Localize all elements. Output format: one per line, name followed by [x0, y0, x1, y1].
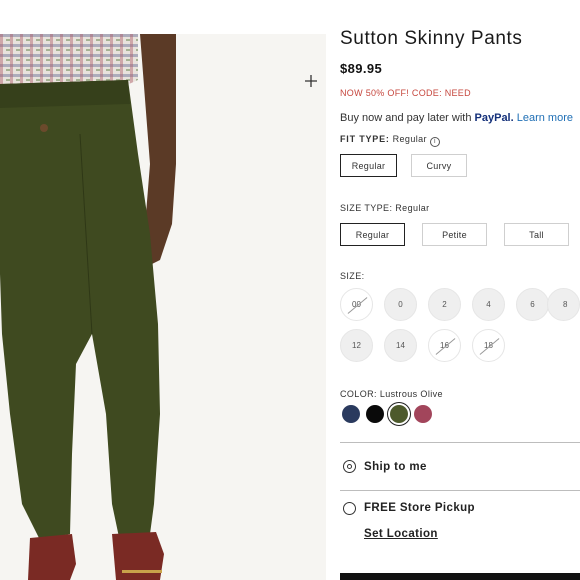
- size-type-option-regular[interactable]: Regular: [340, 223, 405, 246]
- promo-text: NOW 50% OFF! CODE: NEED: [340, 88, 471, 98]
- size-type-value: Regular: [395, 203, 430, 213]
- size-type-option-petite[interactable]: Petite: [422, 223, 487, 246]
- size-type-label: SIZE TYPE:: [340, 203, 393, 213]
- size-option-12[interactable]: 12: [340, 329, 373, 362]
- fit-option-regular[interactable]: Regular: [340, 154, 397, 177]
- size-option-0[interactable]: 0: [384, 288, 417, 321]
- set-location-link[interactable]: Set Location: [364, 528, 438, 540]
- store-pickup-label[interactable]: FREE Store Pickup: [364, 502, 475, 514]
- paypal-prefix: Buy now and pay later with: [340, 112, 475, 124]
- size-option-14[interactable]: 14: [384, 329, 417, 362]
- size-option-8[interactable]: 8: [547, 288, 580, 321]
- size-option-18[interactable]: 18: [472, 329, 505, 362]
- product-title: Sutton Skinny Pants: [340, 28, 523, 49]
- size-option-2[interactable]: 2: [428, 288, 461, 321]
- fit-option-curvy[interactable]: Curvy: [411, 154, 467, 177]
- store-pickup-radio[interactable]: [343, 502, 356, 515]
- product-price: $89.95: [340, 61, 383, 76]
- size-type-heading: SIZE TYPE: Regular: [340, 203, 430, 213]
- divider: [340, 442, 580, 443]
- size-option-00[interactable]: 00: [340, 288, 373, 321]
- fit-type-label: FIT TYPE:: [340, 134, 390, 144]
- product-image[interactable]: [0, 34, 326, 580]
- size-type-option-tall[interactable]: Tall: [504, 223, 569, 246]
- ship-to-me-radio[interactable]: [343, 460, 356, 473]
- divider: [340, 490, 580, 491]
- paypal-learn-more-link[interactable]: Learn more: [517, 112, 573, 124]
- product-photo-illustration: [0, 34, 326, 580]
- fit-type-value: Regular: [392, 134, 427, 144]
- size-option-16[interactable]: 16: [428, 329, 461, 362]
- size-option-4[interactable]: 4: [472, 288, 505, 321]
- color-label: COLOR:: [340, 389, 377, 399]
- color-swatch-lustrous-olive[interactable]: [390, 405, 408, 423]
- size-label: SIZE:: [340, 271, 365, 281]
- add-to-bag-button[interactable]: [340, 573, 580, 580]
- color-swatch-black[interactable]: [366, 405, 384, 423]
- fit-type-heading: FIT TYPE: Regular i: [340, 134, 440, 147]
- ship-to-me-label[interactable]: Ship to me: [364, 461, 427, 473]
- color-value: Lustrous Olive: [379, 389, 443, 399]
- color-swatch-navy[interactable]: [342, 405, 360, 423]
- paypal-message: Buy now and pay later with PayPal. Learn…: [340, 112, 573, 124]
- info-icon[interactable]: i: [429, 137, 440, 147]
- color-swatch-berry[interactable]: [414, 405, 432, 423]
- paypal-brand: PayPal.: [474, 112, 514, 124]
- zoom-plus-icon[interactable]: [302, 72, 320, 90]
- size-option-6[interactable]: 6: [516, 288, 549, 321]
- color-heading: COLOR: Lustrous Olive: [340, 389, 443, 399]
